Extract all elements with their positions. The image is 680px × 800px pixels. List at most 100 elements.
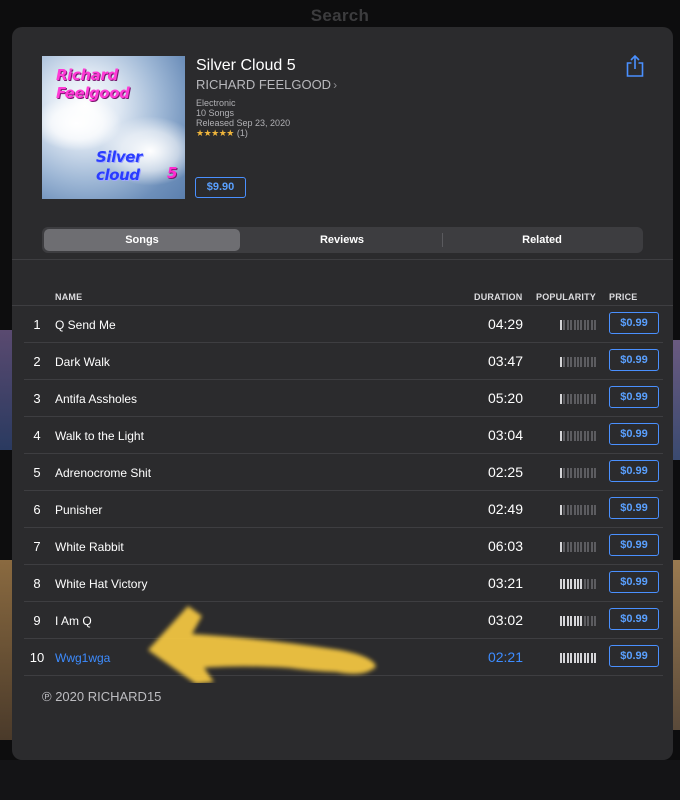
popularity-tick	[560, 579, 562, 589]
popularity-tick	[563, 320, 566, 330]
buy-song-button[interactable]: $0.99	[609, 497, 659, 519]
popularity-tick	[587, 505, 590, 515]
popularity-tick	[560, 394, 562, 404]
buy-song-button[interactable]: $0.99	[609, 312, 659, 334]
popularity-tick	[590, 579, 593, 589]
popularity-tick	[570, 431, 573, 441]
popularity-meter	[560, 394, 598, 404]
popularity-meter	[560, 357, 598, 367]
popularity-tick	[577, 357, 579, 367]
track-number: 9	[33, 613, 41, 628]
popularity-tick	[570, 394, 573, 404]
popularity-tick	[566, 394, 569, 404]
popularity-tick	[573, 653, 576, 663]
song-row[interactable]: 8 White Hat Victory 03:21 $0.99	[24, 565, 663, 602]
buy-song-button[interactable]: $0.99	[609, 534, 659, 556]
popularity-tick	[570, 505, 573, 515]
buy-song-button[interactable]: $0.99	[609, 386, 659, 408]
cover-number-text: 5	[167, 164, 178, 182]
popularity-tick	[573, 616, 576, 626]
song-duration: 02:21	[487, 649, 523, 665]
song-row[interactable]: 5 Adrenocrome Shit 02:25 $0.99	[24, 454, 663, 491]
buy-song-button[interactable]: $0.99	[609, 645, 659, 667]
popularity-tick	[577, 468, 579, 478]
song-row[interactable]: 7 White Rabbit 06:03 $0.99	[24, 528, 663, 565]
popularity-tick	[577, 320, 579, 330]
tab-songs[interactable]: Songs	[44, 229, 240, 251]
popularity-tick	[573, 468, 576, 478]
popularity-meter	[560, 542, 598, 552]
track-number: 10	[29, 650, 45, 665]
song-row[interactable]: 6 Punisher 02:49 $0.99	[24, 491, 663, 528]
popularity-meter	[560, 616, 598, 626]
popularity-tick	[583, 468, 586, 478]
song-title: Q Send Me	[55, 318, 116, 332]
buy-song-button[interactable]: $0.99	[609, 349, 659, 371]
popularity-tick	[594, 468, 596, 478]
popularity-tick	[590, 542, 593, 552]
artist-link[interactable]: RICHARD FEELGOOD ›	[196, 77, 337, 92]
song-duration: 02:49	[487, 501, 523, 517]
buy-song-button[interactable]: $0.99	[609, 608, 659, 630]
song-row[interactable]: 1 Q Send Me 04:29 $0.99	[24, 306, 663, 343]
background-tab-bar	[0, 760, 680, 800]
album-genre: Electronic	[196, 98, 236, 108]
buy-song-button[interactable]: $0.99	[609, 423, 659, 445]
popularity-tick	[583, 357, 586, 367]
tab-reviews[interactable]: Reviews	[242, 229, 442, 251]
popularity-tick	[577, 394, 579, 404]
track-number: 7	[33, 539, 41, 554]
popularity-tick	[583, 505, 586, 515]
album-song-count: 10 Songs	[196, 108, 235, 118]
popularity-tick	[573, 357, 576, 367]
track-number: 3	[33, 391, 41, 406]
popularity-tick	[560, 468, 562, 478]
popularity-tick	[577, 505, 579, 515]
song-row[interactable]: 3 Antifa Assholes 05:20 $0.99	[24, 380, 663, 417]
song-title: Dark Walk	[55, 355, 110, 369]
popularity-tick	[587, 394, 590, 404]
popularity-tick	[590, 320, 593, 330]
column-header-price: PRICE	[609, 292, 638, 302]
share-icon[interactable]	[625, 54, 645, 78]
popularity-tick	[566, 468, 569, 478]
song-duration: 03:02	[487, 612, 523, 628]
rating-count: (1)	[236, 128, 248, 138]
popularity-tick	[573, 320, 576, 330]
popularity-tick	[566, 579, 569, 589]
popularity-tick	[583, 542, 586, 552]
popularity-tick	[580, 394, 583, 404]
song-duration: 06:03	[487, 538, 523, 554]
popularity-tick	[563, 431, 566, 441]
popularity-tick	[560, 653, 562, 663]
popularity-tick	[594, 653, 596, 663]
popularity-meter	[560, 579, 598, 589]
popularity-tick	[566, 431, 569, 441]
track-number: 1	[33, 317, 41, 332]
song-title: Antifa Assholes	[55, 392, 138, 406]
popularity-tick	[570, 653, 573, 663]
popularity-tick	[580, 357, 583, 367]
artist-name[interactable]: RICHARD FEELGOOD	[196, 77, 331, 92]
album-rating: ★★★★★ (1)	[196, 128, 290, 138]
popularity-tick	[573, 542, 576, 552]
album-price-button[interactable]: $9.90	[195, 177, 246, 198]
popularity-tick	[583, 616, 586, 626]
popularity-tick	[580, 579, 583, 589]
song-row[interactable]: 4 Walk to the Light 03:04 $0.99	[24, 417, 663, 454]
rating-stars-icon: ★★★★★	[196, 128, 234, 138]
popularity-tick	[566, 542, 569, 552]
popularity-tick	[560, 357, 562, 367]
tab-related[interactable]: Related	[443, 229, 641, 251]
popularity-tick	[583, 653, 586, 663]
popularity-tick	[594, 394, 596, 404]
popularity-meter	[560, 505, 598, 515]
popularity-tick	[583, 394, 586, 404]
buy-song-button[interactable]: $0.99	[609, 460, 659, 482]
track-number: 8	[33, 576, 41, 591]
buy-song-button[interactable]: $0.99	[609, 571, 659, 593]
song-row[interactable]: 2 Dark Walk 03:47 $0.99	[24, 343, 663, 380]
popularity-tick	[590, 468, 593, 478]
popularity-meter	[560, 653, 598, 663]
popularity-tick	[577, 616, 579, 626]
